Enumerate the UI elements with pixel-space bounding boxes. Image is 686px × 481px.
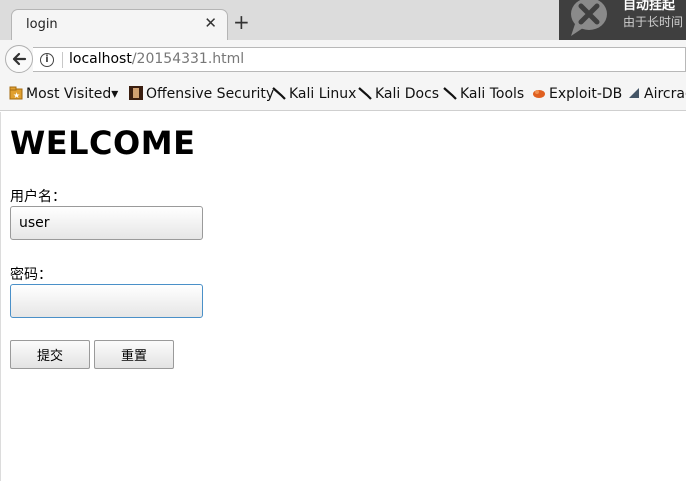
aircrack-icon <box>629 88 639 98</box>
bookmark-kali-linux[interactable]: Kali Linux <box>272 86 356 102</box>
info-icon[interactable]: i <box>40 53 54 67</box>
offsec-icon <box>129 86 143 100</box>
page-content: WELCOME 用户名： 密码： 提交 重置 <box>0 112 686 481</box>
tab-close-icon[interactable]: ✕ <box>204 16 217 31</box>
kali-icon <box>358 87 372 100</box>
tab-login[interactable]: login ✕ <box>11 9 228 41</box>
bookmark-label: Aircrack <box>644 86 686 102</box>
bookmark-label: Kali Docs <box>375 86 440 102</box>
bookmark-label: Exploit-DB <box>549 86 623 102</box>
notification-title: 自动挂起 <box>623 0 676 13</box>
url-separator <box>62 52 63 68</box>
password-input[interactable] <box>10 284 203 318</box>
url-text[interactable]: localhost/20154331.html <box>69 51 244 67</box>
folder-icon: ★ <box>9 86 23 100</box>
url-bar[interactable]: i localhost/20154331.html <box>33 47 686 72</box>
username-input[interactable] <box>10 206 203 240</box>
bookmark-label: Most Visited <box>26 86 112 102</box>
password-label: 密码： <box>10 267 52 283</box>
bookmark-kali-docs[interactable]: Kali Docs <box>358 86 439 102</box>
url-host: localhost <box>69 51 132 67</box>
back-arrow-icon <box>12 52 27 66</box>
bookmark-offensive-security[interactable]: Offensive Security <box>129 86 274 102</box>
new-tab-button[interactable]: + <box>233 12 250 32</box>
bookmarks-toolbar: ★ Most Visited▾ Offensive Security Kali L… <box>0 78 686 111</box>
bookmark-most-visited[interactable]: ★ Most Visited▾ <box>9 86 118 102</box>
kali-icon <box>443 87 457 100</box>
username-label: 用户名： <box>10 189 66 205</box>
bookmark-aircrack[interactable]: Aircrack <box>627 86 686 102</box>
tab-title: login <box>26 17 58 32</box>
exploitdb-icon <box>533 90 545 98</box>
back-button[interactable] <box>5 45 33 73</box>
chevron-down-icon: ▾ <box>111 86 119 102</box>
bookmark-exploit-db[interactable]: Exploit-DB <box>532 86 622 102</box>
bookmark-kali-tools[interactable]: Kali Tools <box>443 86 524 102</box>
bookmark-label: Offensive Security <box>146 86 275 102</box>
navigation-bar: i localhost/20154331.html <box>0 40 686 78</box>
notification-error-icon <box>571 0 607 36</box>
submit-button[interactable]: 提交 <box>10 340 90 369</box>
notification-body: 由于长时间 <box>623 15 684 29</box>
bookmark-label: Kali Linux <box>289 86 357 102</box>
reset-button[interactable]: 重置 <box>94 340 174 369</box>
svg-text:★: ★ <box>13 91 20 100</box>
page-heading: WELCOME <box>10 124 196 162</box>
kali-icon <box>272 87 286 100</box>
bookmark-label: Kali Tools <box>460 86 525 102</box>
url-path: /20154331.html <box>131 51 245 67</box>
